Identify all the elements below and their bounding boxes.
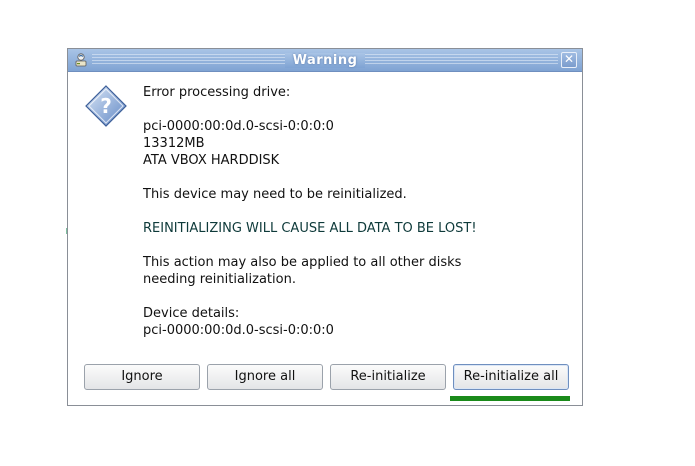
close-button[interactable]: ✕ xyxy=(561,52,577,68)
svg-text:?: ? xyxy=(100,94,112,118)
focus-indicator xyxy=(450,396,570,401)
window-title: Warning xyxy=(284,53,366,68)
message-line: needing reinitialization. xyxy=(143,272,296,287)
title-wrap: Warning xyxy=(68,49,582,71)
ignore-all-button[interactable]: Ignore all xyxy=(207,364,323,390)
message-line: This action may also be applied to all o… xyxy=(143,255,462,270)
reinitialize-button[interactable]: Re-initialize xyxy=(330,364,446,390)
message-text: Error processing drive: pci-0000:00:0d.0… xyxy=(143,84,563,339)
title-bar[interactable]: Warning ✕ xyxy=(68,49,582,72)
device-model: ATA VBOX HARDDISK xyxy=(143,153,280,168)
device-details-path: pci-0000:00:0d.0-scsi-0:0:0:0 xyxy=(143,323,334,338)
ignore-button[interactable]: Ignore xyxy=(84,364,200,390)
data-loss-warning: REINITIALIZING WILL CAUSE ALL DATA TO BE… xyxy=(143,221,477,236)
device-size: 13312MB xyxy=(143,136,205,151)
reinitialize-all-button[interactable]: Re-initialize all xyxy=(453,364,569,390)
message-line: This device may need to be reinitialized… xyxy=(143,187,407,202)
device-details-label: Device details: xyxy=(143,306,240,321)
message-line: Error processing drive: xyxy=(143,85,291,100)
warning-dialog: Warning ✕ ? Error processing drive: pci-… xyxy=(67,48,583,406)
question-icon: ? xyxy=(85,85,127,127)
device-path: pci-0000:00:0d.0-scsi-0:0:0:0 xyxy=(143,119,334,134)
close-icon: ✕ xyxy=(563,52,575,66)
